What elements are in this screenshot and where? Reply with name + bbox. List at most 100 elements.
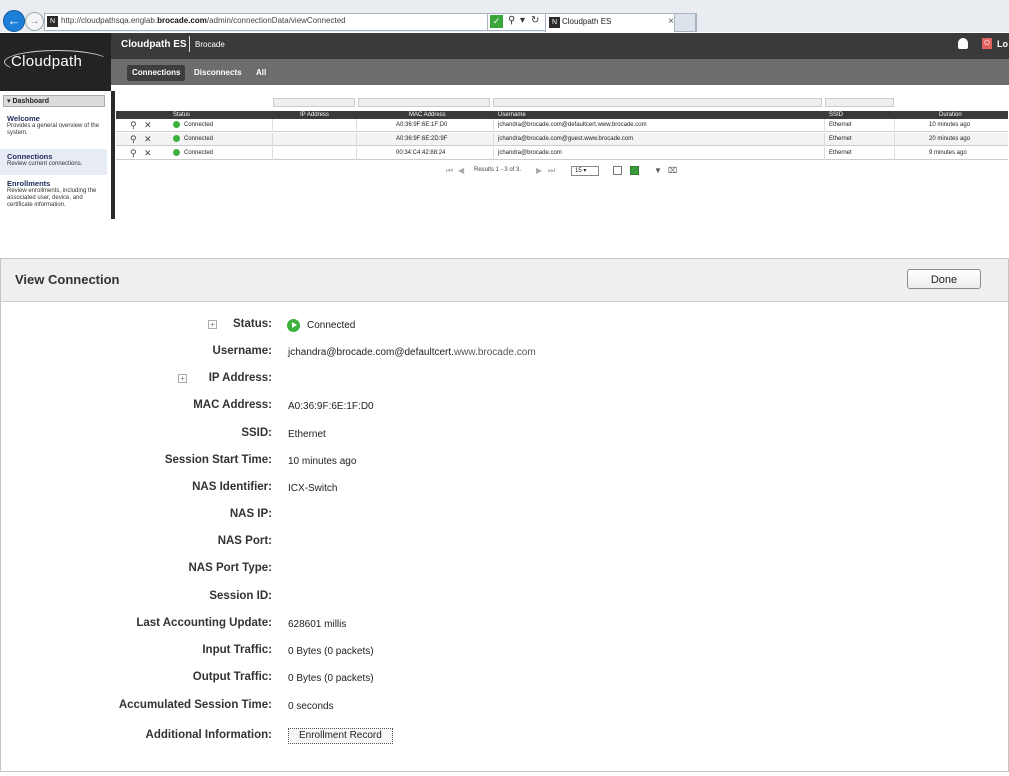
cell-ssid: Ethernet: [829, 136, 852, 142]
table-row[interactable]: ⚲ ✕ Connected 00:34:C4:42:88:24 jchandra…: [116, 147, 1008, 160]
expand-status-icon[interactable]: +: [208, 320, 217, 329]
sidebar-item-title: Enrollments: [7, 179, 51, 188]
field-ssid: SSID: Ethernet: [1, 427, 1008, 445]
column-header-username[interactable]: Username: [498, 111, 526, 119]
back-arrow-icon[interactable]: ←: [3, 10, 25, 32]
tab-favicon-icon: N: [549, 17, 560, 28]
tab-disconnects[interactable]: Disconnects: [189, 65, 247, 81]
sidebar-dashboard-header[interactable]: ▾ Dashboard: [3, 95, 105, 107]
field-last-accounting-update: Last Accounting Update: 628601 millis: [1, 617, 1008, 635]
certificate-icon[interactable]: ✓: [490, 15, 503, 28]
page-size-select[interactable]: 15 ▾: [571, 166, 599, 176]
logout-link[interactable]: Lo: [997, 39, 1008, 49]
filter-icon[interactable]: ▼: [654, 166, 662, 175]
field-label: NAS IP:: [229, 508, 272, 520]
forward-arrow-icon[interactable]: →: [25, 12, 44, 31]
field-nas-port: NAS Port:: [1, 535, 1008, 553]
field-input-traffic: Input Traffic: 0 Bytes (0 packets): [1, 644, 1008, 662]
sidebar-item-title: Connections: [7, 152, 53, 161]
search-icon[interactable]: ⚲: [508, 15, 515, 26]
export-icon[interactable]: [613, 166, 622, 175]
field-value: 0 seconds: [288, 701, 334, 712]
field-nas-port-type: NAS Port Type:: [1, 562, 1008, 580]
first-page-icon[interactable]: ⏮: [446, 166, 453, 176]
sidebar-item-title: Welcome: [7, 114, 40, 123]
sidebar-item-connections[interactable]: Connections Review current connections.: [0, 149, 107, 175]
view-magnifier-icon[interactable]: ⚲: [130, 120, 137, 131]
column-header-mac[interactable]: MAC Address: [409, 111, 446, 119]
field-label: Additional Information:: [145, 729, 272, 741]
field-value: ICX-Switch: [288, 483, 338, 494]
done-button[interactable]: Done: [907, 269, 981, 289]
cell-status: Connected: [184, 150, 214, 156]
field-value: Connected: [307, 320, 356, 331]
ssid-filter-input[interactable]: [825, 98, 894, 107]
delete-x-icon[interactable]: ✕: [144, 120, 152, 131]
tab-connections[interactable]: Connections: [127, 65, 186, 81]
view-magnifier-icon[interactable]: ⚲: [130, 148, 137, 159]
last-page-icon[interactable]: ⏭: [548, 166, 555, 176]
header-divider: [189, 36, 190, 52]
refresh-icon[interactable]: ↻: [531, 15, 539, 26]
logout-icon[interactable]: ⏻: [982, 38, 992, 49]
address-bar[interactable]: N http://cloudpathsqa.englab.brocade.com…: [44, 13, 518, 31]
delete-x-icon[interactable]: ✕: [144, 134, 152, 145]
sidebar-item-enrollments[interactable]: Enrollments Review enrollments, includin…: [0, 179, 107, 209]
column-divider: [272, 119, 273, 132]
field-label: SSID:: [241, 427, 272, 439]
column-header-duration[interactable]: Duration: [939, 111, 962, 119]
clear-filter-icon[interactable]: ⌧: [668, 166, 677, 175]
browser-toolbar: ← → N http://cloudpathsqa.englab.brocade…: [0, 0, 1009, 32]
field-label: Output Traffic:: [192, 671, 272, 683]
address-tools: ✓ ⚲ ▾ ↻: [487, 13, 547, 31]
view-connection-panel: View Connection Done + Status: Connected…: [0, 258, 1009, 772]
field-label: MAC Address:: [193, 399, 272, 411]
table-row[interactable]: ⚲ ✕ Connected A0:36:9F:6E:1F:D0 jchandra…: [116, 119, 1008, 132]
cell-duration: 10 minutes ago: [929, 122, 971, 128]
cell-duration: 9 minutes ago: [929, 150, 967, 156]
field-nas-ip: NAS IP:: [1, 508, 1008, 526]
column-divider: [824, 147, 825, 160]
username-filter-input[interactable]: [493, 98, 822, 107]
sidebar-item-welcome[interactable]: Welcome Provides a general overview of t…: [0, 114, 107, 137]
column-divider: [356, 133, 357, 146]
table-row[interactable]: ⚲ ✕ Connected A0:36:9F:6E:2D:9F jchandra…: [116, 133, 1008, 146]
next-page-icon[interactable]: ▶: [536, 166, 542, 175]
ip-filter-input[interactable]: [273, 98, 355, 107]
field-mac-address: MAC Address: A0:36:9F:6E:1F:D0: [1, 399, 1008, 417]
field-label: IP Address:: [208, 372, 272, 384]
table-header: Status IP Address MAC Address Username S…: [116, 111, 1008, 119]
prev-page-icon[interactable]: ◀: [458, 166, 464, 175]
cell-mac: A0:36:9F:6E:2D:9F: [396, 136, 448, 142]
column-divider: [272, 147, 273, 160]
field-ip-address: + IP Address:: [1, 372, 1008, 390]
user-icon[interactable]: [958, 38, 968, 49]
panel-title: View Connection: [15, 272, 120, 287]
column-divider: [894, 119, 895, 132]
view-magnifier-icon[interactable]: ⚲: [130, 134, 137, 145]
field-output-traffic: Output Traffic: 0 Bytes (0 packets): [1, 671, 1008, 689]
tab-all[interactable]: All: [251, 65, 271, 81]
column-header-status[interactable]: Status: [173, 111, 190, 119]
url-text: http://cloudpathsqa.englab.brocade.com/a…: [61, 16, 346, 25]
mac-filter-input[interactable]: [358, 98, 490, 107]
sidebar: ▾ Dashboard Welcome Provides a general o…: [0, 91, 115, 219]
cell-username: jchandra@brocade.com@guest.www.brocade.c…: [498, 136, 634, 142]
column-divider: [493, 147, 494, 160]
expand-ip-icon[interactable]: +: [178, 374, 187, 383]
field-label: Session ID:: [209, 590, 272, 602]
column-header-ssid[interactable]: SSID: [829, 111, 843, 119]
cell-ssid: Ethernet: [829, 150, 852, 156]
dropdown-icon[interactable]: ▾: [520, 15, 525, 26]
field-label: Accumulated Session Time:: [118, 699, 272, 711]
delete-x-icon[interactable]: ✕: [144, 148, 152, 159]
field-label: NAS Port:: [217, 535, 272, 547]
app-logo[interactable]: Cloudpath: [11, 53, 82, 70]
field-label: NAS Identifier:: [192, 481, 272, 493]
enrollment-record-button[interactable]: Enrollment Record: [288, 728, 393, 744]
column-divider: [356, 119, 357, 132]
field-additional-information: Additional Information: Enrollment Recor…: [1, 728, 1008, 747]
new-tab-button[interactable]: [674, 13, 696, 32]
column-header-ip[interactable]: IP Address: [300, 111, 329, 119]
download-excel-icon[interactable]: [630, 166, 639, 175]
